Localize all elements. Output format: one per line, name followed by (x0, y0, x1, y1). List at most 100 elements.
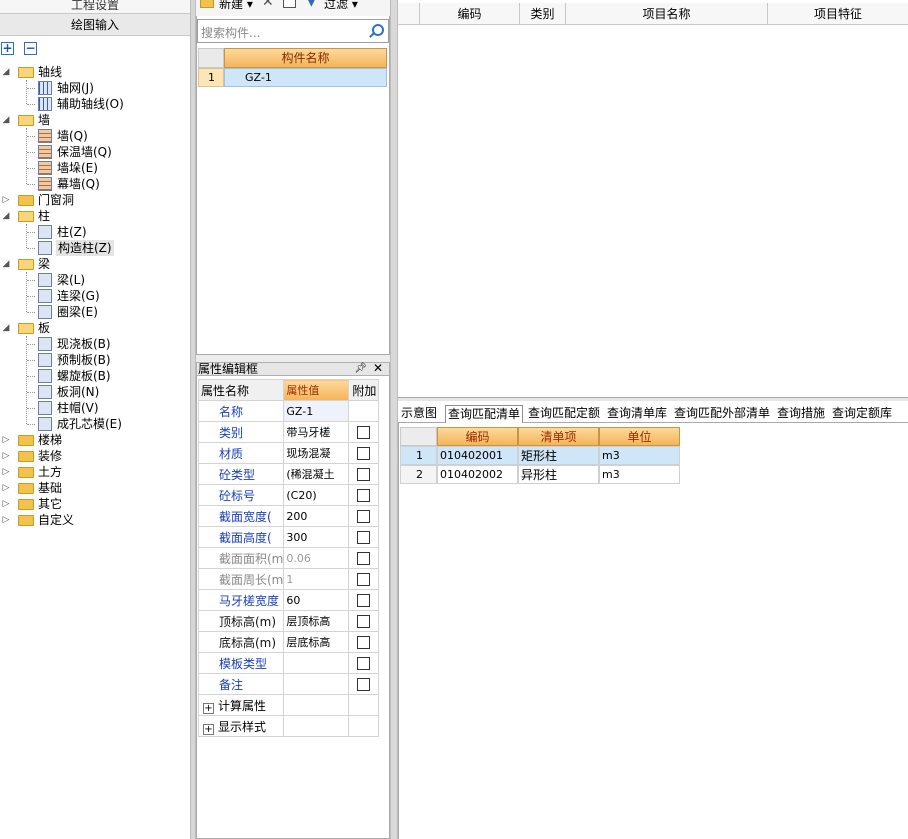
extra-checkbox[interactable] (357, 635, 371, 649)
property-value[interactable]: 300 (283, 526, 350, 548)
collapse-arrow-icon[interactable]: ◢ (0, 208, 12, 224)
expand-arrow-icon[interactable]: ▷ (0, 464, 12, 480)
property-row[interactable]: 名称 GZ-1 (197, 400, 380, 422)
right-splitter[interactable] (390, 0, 398, 839)
extra-checkbox[interactable] (357, 656, 371, 670)
property-row[interactable]: 砼类型 (稀混凝土 (197, 463, 380, 485)
property-value[interactable]: 0.06 (283, 547, 350, 569)
property-value[interactable] (283, 652, 350, 674)
property-value[interactable]: (C20) (283, 484, 350, 506)
component-row[interactable]: 1 GZ-1 (198, 68, 387, 87)
tree-group[interactable]: ◢ 梁 (0, 256, 190, 272)
property-group[interactable]: + 显示样式 (197, 715, 380, 737)
extra-checkbox[interactable] (357, 530, 371, 544)
header-code[interactable]: 编码 (420, 3, 520, 25)
tree-item[interactable]: 圈梁(E) (0, 304, 190, 320)
tree-item[interactable]: 连梁(G) (0, 288, 190, 304)
property-row[interactable]: 顶标高(m) 层顶标高 (197, 610, 380, 632)
extra-checkbox[interactable] (357, 551, 371, 565)
new-button[interactable]: 新建 ▾ (219, 0, 253, 12)
extra-checkbox[interactable] (357, 446, 371, 460)
bill-item-cell[interactable]: 矩形柱 (518, 446, 599, 465)
tree-item[interactable]: 保温墙(Q) (0, 144, 190, 160)
tree-item[interactable]: 幕墙(Q) (0, 176, 190, 192)
search-icon[interactable] (372, 24, 384, 36)
tree-item[interactable]: 墙(Q) (0, 128, 190, 144)
bill-item-cell[interactable]: 异形柱 (518, 465, 599, 484)
bill-header-unit[interactable]: 单位 (599, 427, 680, 446)
expand-arrow-icon[interactable]: ▷ (0, 480, 12, 496)
bill-code-cell[interactable]: 010402001 (437, 446, 518, 465)
delete-icon[interactable]: ✕ (262, 0, 274, 10)
collapse-arrow-icon[interactable]: ◢ (0, 320, 12, 336)
property-value[interactable]: 带马牙槎 (283, 421, 350, 443)
property-row[interactable]: 截面面积(m 0.06 (197, 547, 380, 569)
extra-checkbox[interactable] (357, 488, 371, 502)
property-row[interactable]: 模板类型 (197, 652, 380, 674)
expand-arrow-icon[interactable]: ▷ (0, 432, 12, 448)
property-value[interactable] (283, 673, 350, 695)
draw-input-button[interactable]: 绘图输入 (0, 14, 190, 36)
tree-group[interactable]: ▷ 楼梯 (0, 432, 190, 448)
header-item-feature[interactable]: 项目特征 (768, 3, 908, 25)
filter-button[interactable]: 过滤 ▾ (324, 0, 358, 12)
expand-group-icon[interactable]: + (203, 702, 214, 714)
property-value[interactable]: 现场混凝 (283, 442, 350, 464)
tree-item[interactable]: 柱(Z) (0, 224, 190, 240)
bill-unit-cell[interactable]: m3 (599, 446, 680, 465)
property-row[interactable]: 截面宽度(200 (197, 505, 380, 527)
extra-checkbox[interactable] (357, 593, 371, 607)
bill-header-item[interactable]: 清单项 (518, 427, 599, 446)
tree-group[interactable]: ▷ 门窗洞 (0, 192, 190, 208)
component-search-input[interactable]: 搜索构件... (197, 19, 389, 43)
close-icon[interactable]: ✕ (373, 362, 383, 374)
header-category[interactable]: 类别 (520, 3, 566, 25)
expand-group-icon[interactable]: + (203, 723, 214, 735)
property-row[interactable]: 砼标号 (C20) (197, 484, 380, 506)
tree-group[interactable]: ◢ 轴线 (0, 64, 190, 80)
bill-header-code[interactable]: 编码 (437, 427, 518, 446)
collapse-arrow-icon[interactable]: ◢ (0, 256, 12, 272)
extra-checkbox[interactable] (357, 572, 371, 586)
tree-item[interactable]: 辅助轴线(O) (0, 96, 190, 112)
new-icon[interactable] (200, 0, 214, 8)
tree-item[interactable]: 预制板(B) (0, 352, 190, 368)
extra-checkbox[interactable] (357, 614, 371, 628)
expand-arrow-icon[interactable]: ▷ (0, 448, 12, 464)
middle-splitter[interactable] (196, 355, 390, 362)
copy-icon[interactable] (283, 0, 296, 8)
property-group[interactable]: + 计算属性 (197, 694, 380, 716)
tree-item[interactable]: 梁(L) (0, 272, 190, 288)
collapse-all-icon[interactable]: − (24, 42, 37, 55)
extra-checkbox[interactable] (357, 509, 371, 523)
tree-group[interactable]: ▷ 其它 (0, 496, 190, 512)
tree-item[interactable]: 柱帽(V) (0, 400, 190, 416)
tree-group[interactable]: ◢ 墙 (0, 112, 190, 128)
tab-quota-library[interactable]: 查询定额库 (832, 405, 892, 423)
tab-match-bill[interactable]: 查询匹配清单 (445, 405, 524, 423)
collapse-arrow-icon[interactable]: ◢ (0, 112, 12, 128)
tree-item[interactable]: 墙垛(E) (0, 160, 190, 176)
component-name-cell[interactable]: GZ-1 (224, 68, 387, 87)
property-row[interactable]: 截面高度(300 (197, 526, 380, 548)
property-value[interactable]: 60 (283, 589, 350, 611)
tab-diagram[interactable]: 示意图 (401, 405, 437, 423)
tree-item[interactable]: 板洞(N) (0, 384, 190, 400)
tree-group[interactable]: ◢ 柱 (0, 208, 190, 224)
header-item-name[interactable]: 项目名称 (566, 3, 768, 25)
property-row[interactable]: 材质 现场混凝 (197, 442, 380, 464)
tab-bill-library[interactable]: 查询清单库 (607, 405, 667, 423)
tree-item[interactable]: 螺旋板(B) (0, 368, 190, 384)
tree-item[interactable]: 现浇板(B) (0, 336, 190, 352)
property-value[interactable]: 1 (283, 568, 350, 590)
expand-arrow-icon[interactable]: ▷ (0, 192, 12, 208)
property-value[interactable]: GZ-1 (283, 400, 350, 422)
extra-checkbox[interactable] (357, 425, 371, 439)
expand-arrow-icon[interactable]: ▷ (0, 512, 12, 528)
property-row[interactable]: 截面周长(m 1 (197, 568, 380, 590)
tab-match-quota[interactable]: 查询匹配定额 (528, 405, 600, 423)
collapse-arrow-icon[interactable]: ◢ (0, 64, 12, 80)
project-settings-button[interactable]: 工程设置 (0, 0, 190, 14)
property-row[interactable]: 底标高(m) 层底标高 (197, 631, 380, 653)
property-value[interactable]: (稀混凝土 (283, 463, 350, 485)
